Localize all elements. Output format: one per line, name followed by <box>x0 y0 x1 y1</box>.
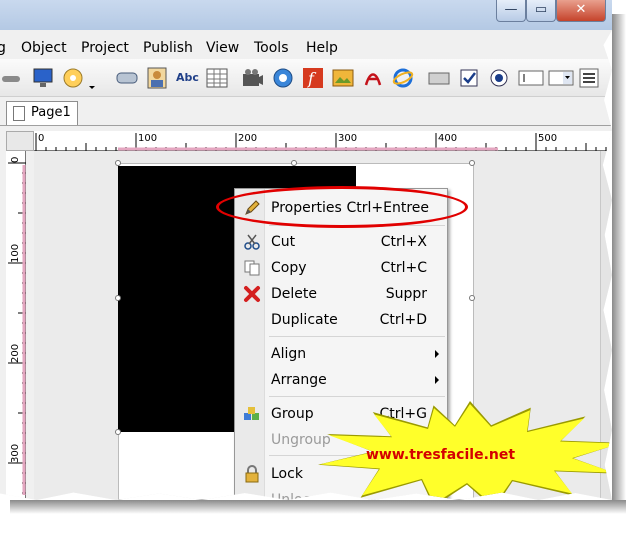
red-x-icon <box>243 285 261 303</box>
resize-handle-right[interactable] <box>469 295 475 301</box>
close-button[interactable]: ✕ <box>556 0 606 22</box>
horizontal-ruler: 0 100 200 300 400 500 <box>34 131 612 151</box>
page-tab-bar: Page1 <box>0 98 612 126</box>
ruler-label-v0: 0 <box>10 156 21 163</box>
rounded-rect-icon[interactable] <box>116 67 138 89</box>
flash-icon[interactable]: f <box>302 67 324 89</box>
ruler-label-400: 400 <box>438 133 458 144</box>
app-window: — ▭ ✕ g Object Project Publish View Tool… <box>0 0 612 500</box>
menu-item-group[interactable]: Group Ctrl+G <box>235 401 447 427</box>
camera-icon[interactable] <box>242 67 264 89</box>
ruler-label-v100: 100 <box>10 243 21 263</box>
menu-item-label: Ungroup <box>271 432 331 448</box>
monitor-icon[interactable] <box>32 67 54 89</box>
submenu-arrow-icon <box>435 376 439 384</box>
menu-view[interactable]: View <box>206 40 239 56</box>
watermark-text: www.tresfacile.net <box>366 447 516 463</box>
lock-icon <box>243 465 261 483</box>
vertical-ruler: 0 100 200 300 <box>6 151 26 500</box>
rectangle-icon[interactable] <box>428 67 450 89</box>
ruler-label-100: 100 <box>138 133 158 144</box>
ruler-label-v200: 200 <box>10 343 21 363</box>
menu-item-shortcut: Ctrl+X <box>380 234 427 250</box>
internet-explorer-icon[interactable] <box>392 67 414 89</box>
menu-project[interactable]: Project <box>81 40 129 56</box>
toolbar: Abc f <box>0 59 612 97</box>
menu-item-unlock[interactable]: Unloc <box>235 487 447 500</box>
ruler-label-0: 0 <box>38 133 45 144</box>
resize-handle-bottom-left[interactable] <box>115 429 121 435</box>
cd-icon[interactable] <box>62 67 84 89</box>
copy-icon <box>243 259 261 277</box>
horizontal-ruler-ticks <box>35 133 607 151</box>
menu-item-cut[interactable]: Cut Ctrl+X <box>235 229 447 255</box>
list-icon[interactable] <box>578 67 600 89</box>
menu-item-duplicate[interactable]: Duplicate Ctrl+D <box>235 307 447 333</box>
menu-separator <box>269 336 445 337</box>
tab-label: Page1 <box>31 105 71 120</box>
menu-publish[interactable]: Publish <box>143 40 193 56</box>
page-icon <box>13 106 25 121</box>
resize-handle-top-left[interactable] <box>115 160 121 166</box>
menu-object[interactable]: Object <box>21 40 67 56</box>
textbox-icon[interactable] <box>518 67 544 89</box>
minimize-button[interactable]: — <box>496 0 526 22</box>
submenu-arrow-icon <box>435 350 439 358</box>
menu-item-label: Align <box>271 346 307 362</box>
resize-handle-top-right[interactable] <box>469 160 475 166</box>
highlight-ellipse <box>216 186 468 228</box>
ruler-corner <box>6 131 34 151</box>
pdf-icon[interactable] <box>362 67 384 89</box>
text-abc-icon[interactable]: Abc <box>176 67 199 89</box>
menu-bar: g Object Project Publish View Tools Help <box>0 30 612 58</box>
ruler-label-200: 200 <box>238 133 258 144</box>
menu-item-delete[interactable]: Delete Suppr <box>235 281 447 307</box>
menu-separator <box>269 396 445 397</box>
menu-help[interactable]: Help <box>306 40 338 56</box>
scissors-icon <box>243 233 261 251</box>
menu-item-shortcut: Ctrl+C <box>380 260 427 276</box>
image-icon[interactable] <box>332 67 354 89</box>
menu-item-arrange[interactable]: Arrange <box>235 367 447 393</box>
menu-item-label: Group <box>271 406 314 422</box>
ruler-label-v300: 300 <box>10 443 21 463</box>
dropdown-icon[interactable] <box>548 67 574 89</box>
menu-item-align[interactable]: Align <box>235 341 447 367</box>
menu-item-label: Unloc <box>271 492 311 500</box>
table-icon[interactable] <box>206 67 228 89</box>
screenshot-shadow-bottom <box>10 500 626 514</box>
title-bar: — ▭ ✕ <box>0 0 612 30</box>
ruler-label-500: 500 <box>538 133 558 144</box>
radio-icon[interactable] <box>488 67 510 89</box>
person-image-icon[interactable] <box>146 67 168 89</box>
chevron-down-icon[interactable] <box>88 81 96 89</box>
menu-item-shortcut: Suppr <box>385 286 427 302</box>
menu-item-copy[interactable]: Copy Ctrl+C <box>235 255 447 281</box>
ruler-label-300: 300 <box>338 133 358 144</box>
resize-handle-left[interactable] <box>115 295 121 301</box>
menu-item-shortcut: Ctrl+D <box>379 312 427 328</box>
quicktime-icon[interactable] <box>272 67 294 89</box>
menu-item-label: Copy <box>271 260 307 276</box>
group-icon <box>243 405 261 423</box>
menu-item-label: Duplicate <box>271 312 338 328</box>
maximize-button[interactable]: ▭ <box>526 0 556 22</box>
slider-icon[interactable] <box>2 67 24 89</box>
checkbox-icon[interactable] <box>458 67 480 89</box>
menu-item-label: Cut <box>271 234 296 250</box>
menu-tools[interactable]: Tools <box>254 40 289 56</box>
menu-item-label: Arrange <box>271 372 327 388</box>
menu-item-label: Lock <box>271 466 303 482</box>
menu-edit[interactable]: g <box>0 40 6 56</box>
tab-page1[interactable]: Page1 <box>6 101 78 125</box>
screenshot-shadow-right <box>612 14 626 509</box>
resize-handle-top[interactable] <box>291 160 297 166</box>
menu-item-label: Delete <box>271 286 317 302</box>
